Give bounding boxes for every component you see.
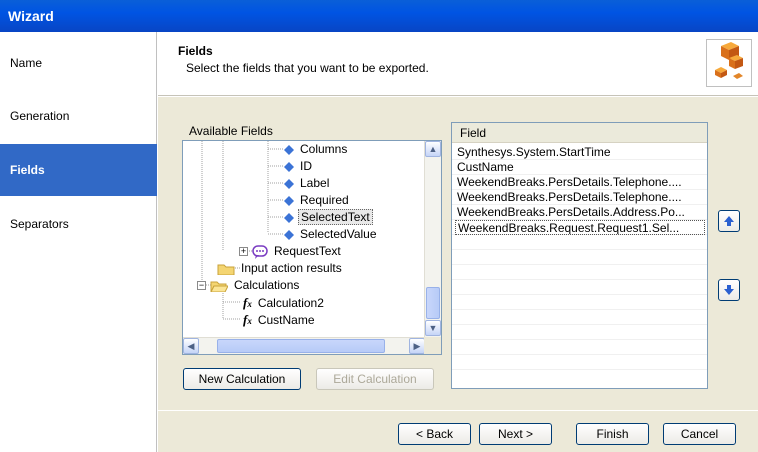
tree-item-requesttext[interactable]: + RequestText	[239, 243, 343, 260]
tree-item-calculations[interactable]: − Calculations	[197, 277, 301, 294]
scroll-right-icon[interactable]: ▶	[409, 338, 425, 354]
arrow-up-icon	[724, 216, 734, 226]
row-divider	[452, 354, 707, 355]
tree-item-selectedvalue[interactable]: SelectedValue	[284, 226, 379, 243]
horizontal-scroll-thumb[interactable]	[217, 339, 385, 353]
expand-plus-icon[interactable]: +	[239, 247, 248, 257]
request-icon	[252, 245, 268, 259]
field-row[interactable]: CustName	[455, 160, 705, 175]
row-divider	[452, 279, 707, 280]
tree-item-input-action-results[interactable]: Input action results	[217, 260, 344, 277]
tree-label: Label	[300, 176, 330, 190]
tree-label: ID	[300, 159, 312, 173]
tree-label: Required	[300, 193, 349, 207]
row-divider	[452, 339, 707, 340]
wizard-sidebar: Name Generation Fields Separators	[0, 32, 157, 452]
tree-label: RequestText	[274, 244, 341, 258]
next-button[interactable]: Next >	[479, 423, 552, 445]
sidebar-item-fields[interactable]: Fields	[0, 144, 157, 196]
tree-label: Input action results	[241, 261, 342, 275]
page-header: Fields Select the fields that you want t…	[158, 32, 758, 96]
new-calculation-button[interactable]: New Calculation	[183, 368, 301, 390]
vertical-scroll-thumb[interactable]	[426, 287, 440, 319]
row-divider	[452, 309, 707, 310]
page-title: Fields	[178, 44, 213, 58]
arrow-down-icon	[724, 285, 734, 295]
footer-divider	[158, 410, 758, 411]
field-row[interactable]: WeekendBreaks.PersDetails.Address.Po...	[455, 205, 705, 220]
tree-item-required[interactable]: Required	[284, 192, 351, 209]
row-divider	[452, 249, 707, 250]
blue-diamond-icon	[284, 212, 294, 223]
sidebar-item-separators[interactable]: Separators	[0, 198, 157, 250]
tree-label: Calculation2	[257, 295, 324, 310]
blue-diamond-icon	[284, 144, 294, 155]
scroll-corner	[424, 337, 441, 354]
scroll-down-icon[interactable]: ▼	[425, 320, 441, 336]
tree-item-id[interactable]: ID	[284, 158, 314, 175]
tree-item-label[interactable]: Label	[284, 175, 331, 192]
back-button[interactable]: < Back	[398, 423, 471, 445]
row-divider	[452, 294, 707, 295]
blue-diamond-icon	[284, 178, 294, 189]
finish-button[interactable]: Finish	[576, 423, 649, 445]
tree-label: Calculations	[234, 278, 300, 292]
row-divider	[452, 264, 707, 265]
content-panel: Available Fields Columns ID Label Requir…	[158, 97, 758, 452]
cubes-logo-icon	[706, 39, 752, 87]
tree-label: Columns	[300, 142, 348, 156]
scroll-left-icon[interactable]: ◀	[183, 338, 199, 354]
tree-label: CustName	[257, 312, 315, 327]
field-row[interactable]: Synthesys.System.StartTime	[455, 145, 705, 160]
tree-label: SelectedValue	[300, 227, 377, 241]
page-subtitle: Select the fields that you want to be ex…	[186, 61, 429, 75]
available-fields-tree[interactable]: Columns ID Label Required SelectedText S…	[182, 140, 442, 355]
field-row[interactable]: WeekendBreaks.Request.Request1.Sel...	[455, 220, 705, 235]
sidebar-item-generation[interactable]: Generation	[0, 90, 157, 142]
tree-item-custname[interactable]: fx CustName	[243, 311, 317, 328]
tree-vertical-scrollbar[interactable]: ▲ ▼	[424, 141, 441, 337]
folder-icon	[217, 264, 235, 275]
function-icon: fx	[243, 312, 252, 327]
folder-open-icon	[210, 281, 228, 292]
selected-fields-list[interactable]: Field Synthesys.System.StartTime CustNam…	[451, 122, 708, 389]
row-divider	[452, 324, 707, 325]
row-divider	[452, 369, 707, 370]
window-title: Wizard	[0, 0, 758, 32]
tree-item-selectedtext[interactable]: SelectedText	[284, 209, 373, 226]
field-row[interactable]: WeekendBreaks.PersDetails.Telephone....	[455, 175, 705, 190]
available-fields-label: Available Fields	[189, 124, 273, 138]
move-down-button[interactable]	[718, 279, 740, 301]
tree-horizontal-scrollbar[interactable]: ◀ ▶	[183, 337, 426, 354]
field-column-header[interactable]: Field	[452, 123, 707, 143]
tree-item-calculation2[interactable]: fx Calculation2	[243, 294, 326, 311]
edit-calculation-button[interactable]: Edit Calculation	[316, 368, 434, 390]
blue-diamond-icon	[284, 195, 294, 206]
tree-item-columns[interactable]: Columns	[284, 141, 349, 158]
tree-label: SelectedText	[298, 209, 373, 225]
sidebar-item-name[interactable]: Name	[0, 37, 157, 89]
scroll-up-icon[interactable]: ▲	[425, 141, 441, 157]
blue-diamond-icon	[284, 161, 294, 172]
blue-diamond-icon	[284, 229, 294, 240]
collapse-minus-icon[interactable]: −	[197, 281, 206, 291]
field-row[interactable]: WeekendBreaks.PersDetails.Telephone....	[455, 190, 705, 205]
cancel-button[interactable]: Cancel	[663, 423, 736, 445]
move-up-button[interactable]	[718, 210, 740, 232]
